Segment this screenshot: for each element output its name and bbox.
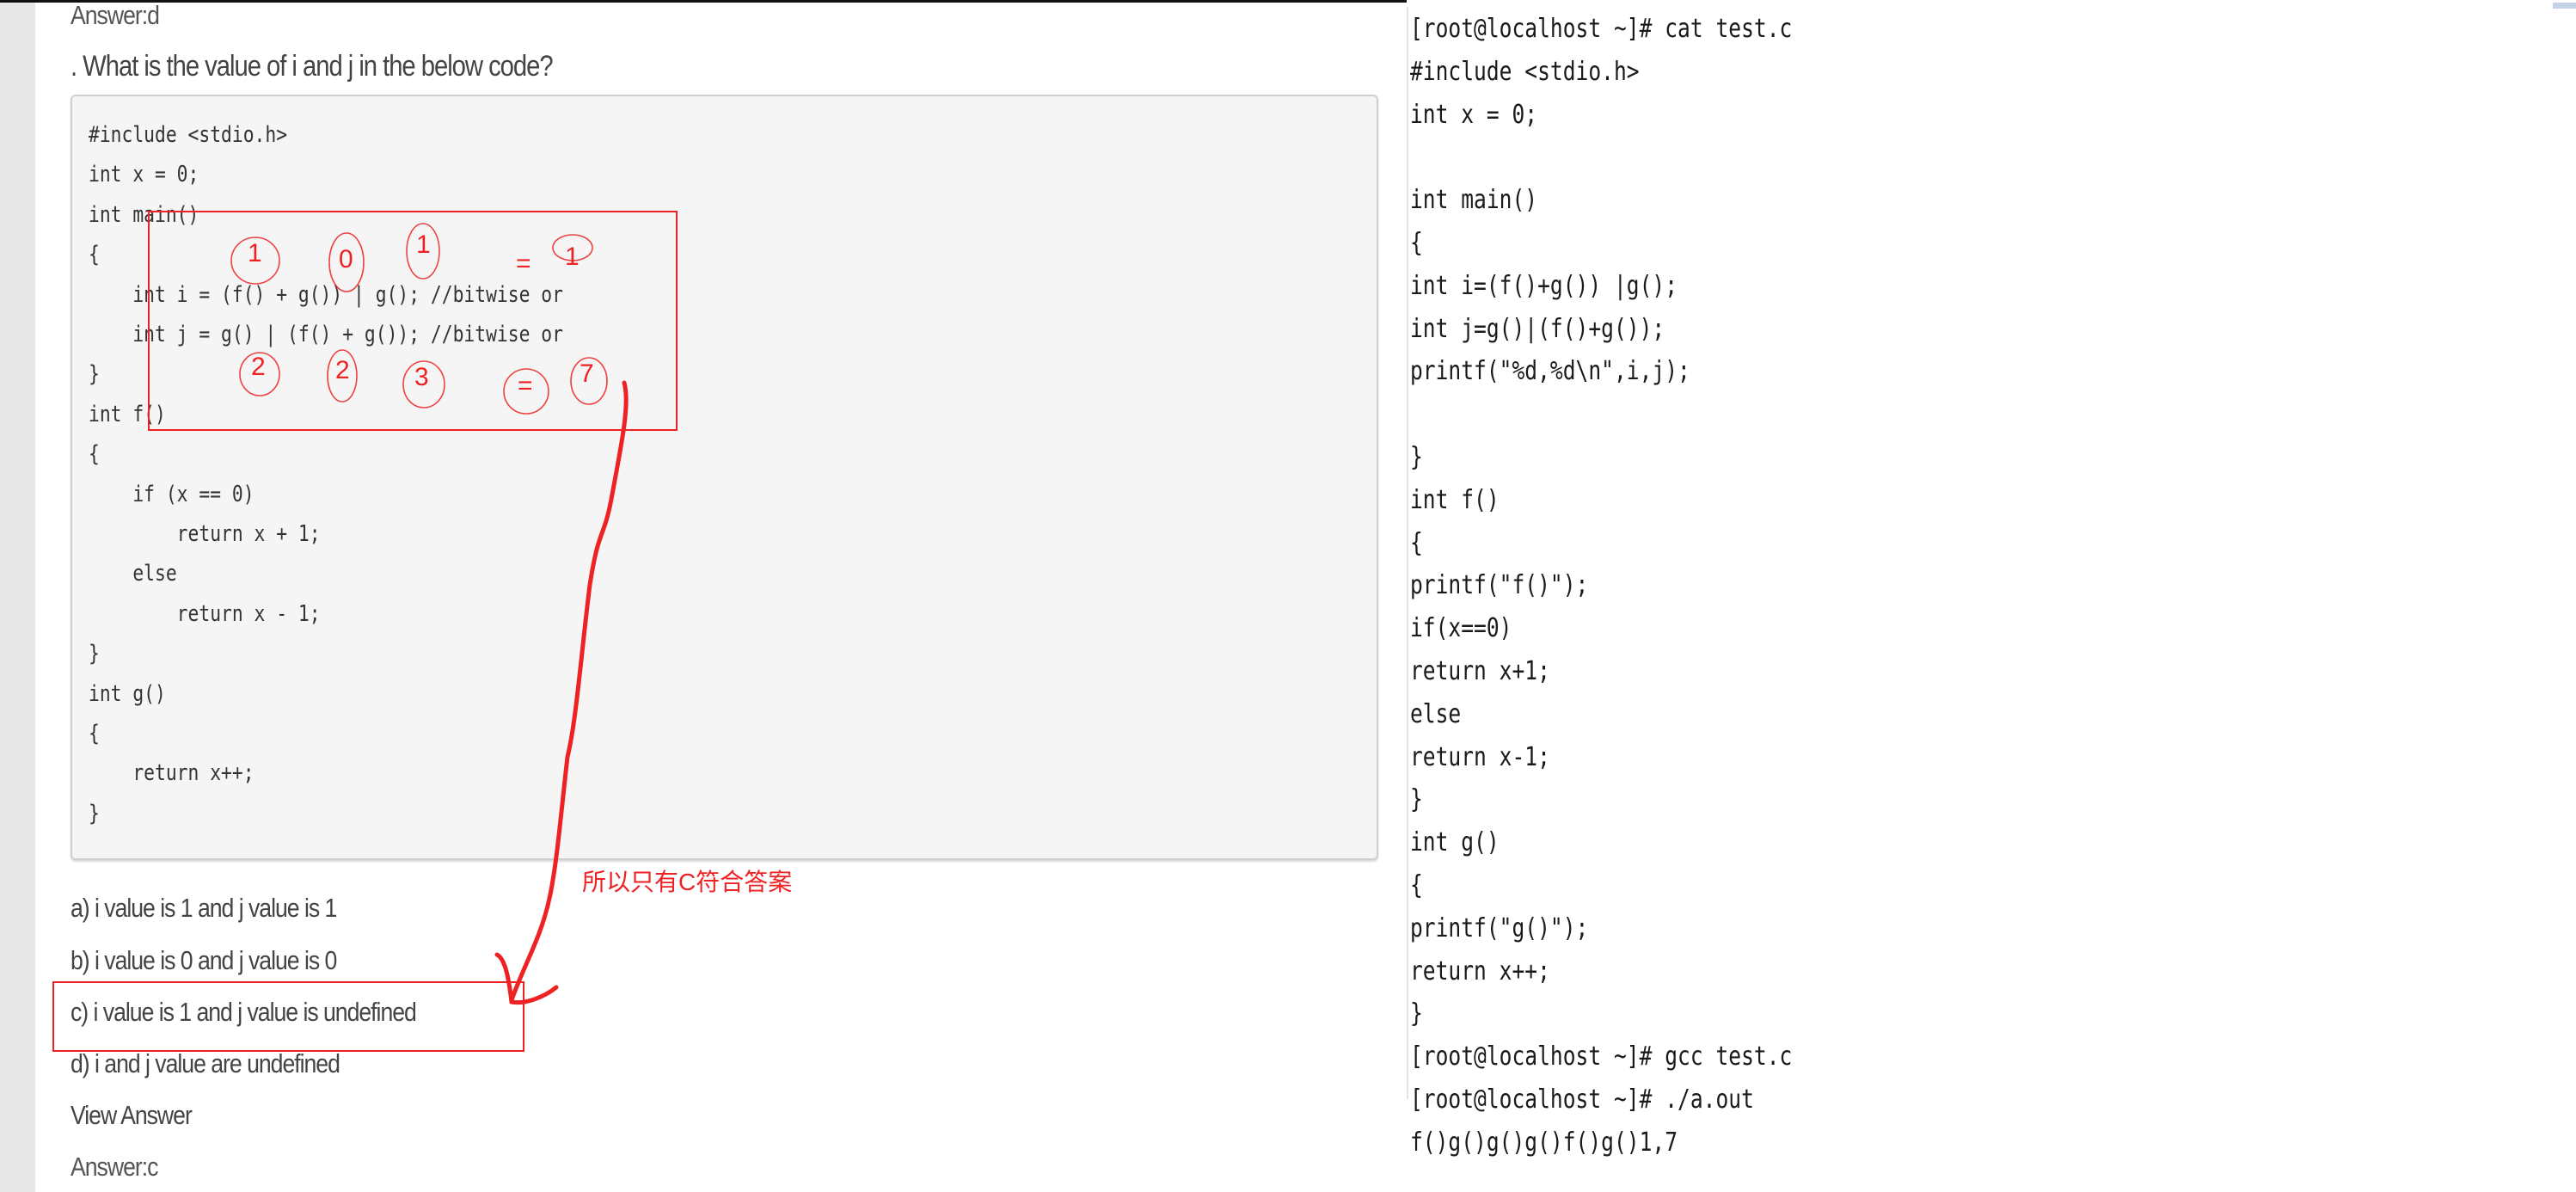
option-a[interactable]: a) i value is 1 and j value is 1 <box>71 893 337 924</box>
terminal-line: [root@localhost ~]# cat test.c <box>1410 14 1793 44</box>
code-line: else <box>89 561 177 587</box>
terminal-left-border <box>1407 7 1408 1099</box>
terminal-line: { <box>1410 527 1423 558</box>
code-line: int j = g() | (f() + g()); //bitwise or <box>89 322 563 347</box>
code-line: int f() <box>89 401 166 427</box>
option-b[interactable]: b) i value is 0 and j value is 0 <box>71 945 337 976</box>
code-line: if (x == 0) <box>89 481 255 507</box>
code-line: } <box>89 800 100 826</box>
terminal-line: printf("f()"); <box>1410 570 1589 601</box>
code-line: int main() <box>89 201 199 228</box>
question-text: . What is the value of i and j in the be… <box>71 50 554 83</box>
code-line: int i = (f() + g()) | g(); //bitwise or <box>89 281 563 308</box>
corner-artifact <box>2553 3 2576 9</box>
terminal-line: else <box>1410 698 1462 729</box>
terminal-line: } <box>1410 442 1423 472</box>
code-line: { <box>89 441 100 468</box>
previous-answer: Answer:d <box>71 0 160 30</box>
terminal-line: } <box>1410 784 1423 815</box>
code-line: } <box>89 641 100 667</box>
terminal-line: int i=(f()+g()) |g(); <box>1410 270 1678 301</box>
terminal-line: [root@localhost ~]# gcc test.c <box>1410 1041 1793 1072</box>
terminal-line: return x+1; <box>1410 656 1550 686</box>
terminal-line: if(x==0) <box>1410 613 1512 644</box>
option-d[interactable]: d) i and j value are undefined <box>71 1048 340 1079</box>
terminal-line: return x++; <box>1410 955 1550 986</box>
quiz-panel: Answer:d . What is the value of i and j … <box>0 0 1393 1192</box>
terminal-line: return x-1; <box>1410 741 1550 772</box>
code-line: return x - 1; <box>89 600 321 627</box>
terminal-line: printf("%d,%d\n",i,j); <box>1410 356 1690 387</box>
terminal-line: int j=g()|(f()+g()); <box>1410 313 1665 344</box>
code-line: { <box>89 242 100 268</box>
terminal-line: [root@localhost ~]# ./a.out <box>1410 1084 1754 1115</box>
code-block <box>71 95 1378 860</box>
code-line: } <box>89 361 100 388</box>
code-line: { <box>89 721 100 747</box>
terminal-line: printf("g()"); <box>1410 912 1589 943</box>
terminal-line: int f() <box>1410 484 1500 515</box>
terminal-line: int g() <box>1410 827 1500 858</box>
answer-text: Answer:c <box>71 1152 158 1182</box>
code-line: int x = 0; <box>89 162 199 188</box>
view-answer-link[interactable]: View Answer <box>71 1100 193 1131</box>
terminal-line: } <box>1410 998 1423 1029</box>
terminal-line: #include <stdio.h> <box>1410 56 1640 87</box>
left-gutter <box>0 3 35 1192</box>
terminal-line: { <box>1410 228 1423 258</box>
terminal-line: int main() <box>1410 185 1538 216</box>
code-line: return x++; <box>89 760 255 787</box>
code-line: return x + 1; <box>89 521 321 547</box>
terminal-line: { <box>1410 870 1423 900</box>
code-line: #include <stdio.h> <box>89 122 288 148</box>
terminal-line: int x = 0; <box>1410 99 1538 130</box>
code-line: int g() <box>89 680 166 707</box>
option-c[interactable]: c) i value is 1 and j value is undefined <box>71 997 417 1028</box>
terminal-line: f()g()g()g()f()g()1,7 <box>1410 1127 1678 1158</box>
